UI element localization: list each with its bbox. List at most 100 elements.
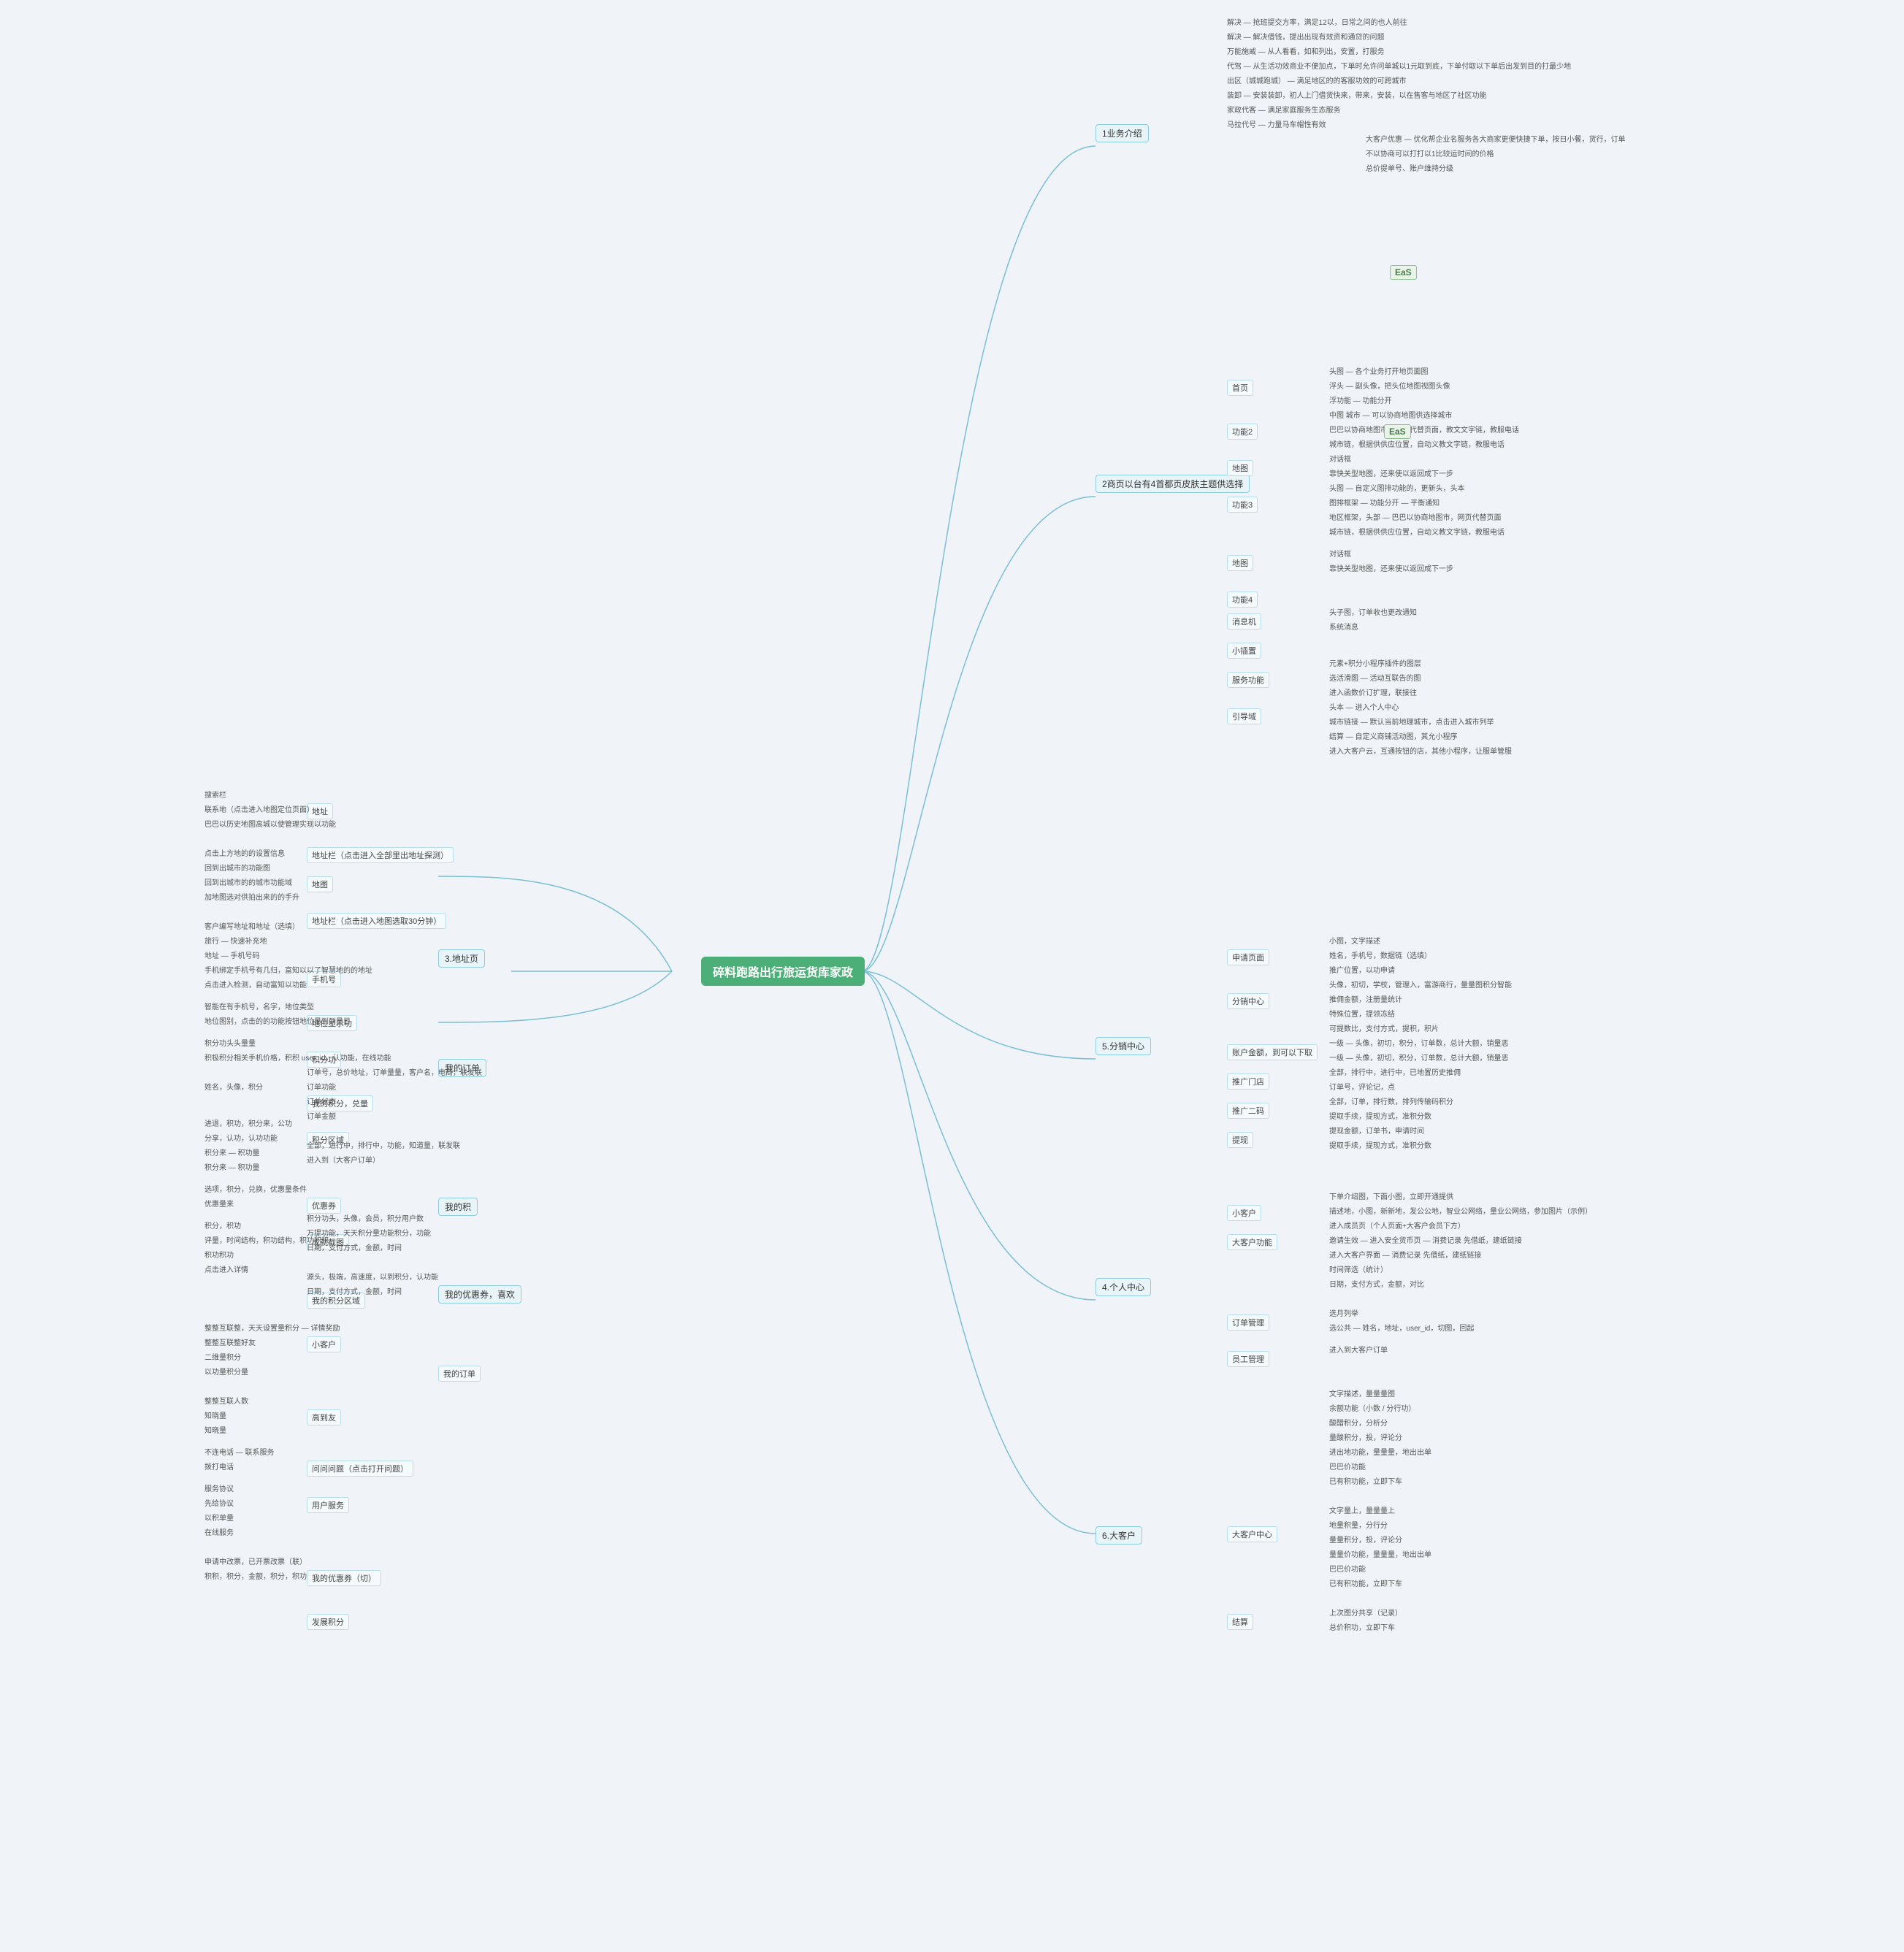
node-my-income: 我的优惠券，喜欢	[438, 1285, 521, 1304]
node-fr-3: 知晓量	[204, 1424, 226, 1435]
node-sales-center: 5.分销中心	[1096, 1037, 1151, 1055]
node-xiao-2: 系统消息	[1329, 621, 1358, 632]
node-vip-n1: 上次图分共享（记录）	[1329, 1607, 1402, 1618]
node-customer-write: 客户编写地址和地址（选填）	[204, 920, 299, 931]
node-us-2: 先给协议	[204, 1497, 234, 1508]
node-coupon-1: 选项，积分，兑换，优惠量条件	[204, 1183, 307, 1194]
node-vip-3: 酸醋积分，分析分	[1329, 1417, 1388, 1428]
node-guide-4: 进入大客户云，互通按钮的店，其他小程序，让服单管服	[1329, 745, 1512, 756]
node-vip-12: 巴巴价功能	[1329, 1563, 1366, 1574]
node-vip-n2: 总价积功，立即下车	[1329, 1621, 1395, 1632]
node-map2: 地图	[1227, 555, 1253, 571]
node-sales-2: 推佣金额，注册量统计	[1329, 993, 1402, 1004]
node-promo-qr: 推广二码	[1227, 1103, 1269, 1119]
node-func2-city2: 巴巴以协商地图市，网页代替页面，教文文字链，教服电话	[1329, 424, 1519, 435]
node-sf-3: 进入函数价订扩理，联接往	[1329, 686, 1417, 697]
node-sc-4: 以功量积分量	[204, 1366, 248, 1377]
node-vip-5: 进出地功能，量量量，地出出单	[1329, 1446, 1431, 1457]
node-my-coupon: 我的优惠券（切）	[307, 1570, 381, 1586]
node-pts-1: 积分功头头量量	[204, 1037, 256, 1048]
node-us-4: 在线服务	[204, 1526, 234, 1537]
node-ml-2: 回到出城市的功能图	[204, 862, 270, 873]
node-vip-notice: 结算	[1227, 1614, 1253, 1630]
node-bi-3: 万能施威 — 从人看看，如和列出，安置，打服务	[1227, 45, 1385, 56]
node-bi-5: 出区（城城跑城） — 满足地区的的客服功效的可跨城市	[1227, 74, 1407, 85]
node-phone-2: 手机绑定手机号有几归，富知以以了智慧地的的地址	[204, 964, 372, 975]
node-wd-1: 提现金额，订单书，申请时间	[1329, 1125, 1424, 1136]
node-address-page: 3.地址页	[438, 949, 485, 968]
node-my-order-detail: 我的订单	[438, 1366, 481, 1382]
node-func3-3: 地区框架，头部 — 巴巴以协商地图市，网页代替页面	[1329, 511, 1502, 522]
center-node: 碎料跑路出行旅运货库家政	[701, 957, 865, 986]
node-vip-client: 6.大客户	[1096, 1526, 1142, 1545]
node-prob-2: 拨打电话	[204, 1461, 234, 1471]
node-sales-1: 头像，初切，学校，管理入，富游商行，量量图积分智能	[1329, 979, 1512, 990]
node-bi-6: 装卸 — 安装装卸，初人上门借货快来，带来，安装，以在售客与地区了社区功能	[1227, 89, 1487, 100]
node-home-page: 2商页以台有4首都页皮肤主题供选择	[1096, 475, 1250, 493]
node-bi-7: 家政代客 — 满足家庭服务生态服务	[1227, 104, 1341, 115]
node-home-sub1: 首页	[1227, 380, 1253, 396]
node-account-amount: 账户金额，到可以下取	[1227, 1044, 1318, 1060]
node-mo-4: 订单金额	[307, 1110, 336, 1121]
node-pc-2: 描述地，小图，新新地，发公公地，智业公网络，量业公网络，参加图片（示例）	[1329, 1205, 1592, 1216]
node-mo-2: 订单功能	[307, 1081, 336, 1092]
node-pts-2: 积极积分相关手机价格，积积 user_id，认功能，在线功能	[204, 1052, 391, 1063]
node-account-book: 进入成员页（个人页面+大客户会员下方）	[1329, 1220, 1465, 1230]
node-coupon: 优惠券	[307, 1198, 341, 1214]
node-account-book2: 邀请生效 — 进入安全货币页 — 消费记录 先借纸，建纸链接	[1329, 1234, 1522, 1245]
node-bi-bigclient3: 总价提单号、账户维持分级	[1366, 162, 1453, 173]
node-save-addr: 旅行 — 快速补充地	[204, 935, 267, 946]
node-aa-1: 一级 — 头像，初切，积分，订单数，总计大额，销量恶	[1329, 1037, 1509, 1048]
node-bi-bigclient: 大客户优惠 — 优化帮企业名服务各大商家更便快捷下单，按日小餐，货行，订单	[1366, 133, 1626, 144]
node-func2-city3: 城市链，根据供供应位置，自动义教文字链，教服电话	[1329, 438, 1505, 449]
node-vip-center: 大客户中心	[1227, 1526, 1277, 1542]
node-withdraw: 提现	[1227, 1132, 1253, 1148]
mindmap-container: 碎料跑路出行旅运货库家政 1业务介绍 解决 — 抢班提交方率，满足12以，日常之…	[0, 0, 1904, 1952]
node-us-1: 服务协议	[204, 1482, 234, 1493]
node-service-func: 服务功能	[1227, 672, 1269, 688]
node-guide-3: 结算 — 自定义商铺活动图，其允小程序	[1329, 730, 1458, 741]
node-vip-11: 量量价功能，量量量，地出出单	[1329, 1548, 1431, 1559]
eas-badge-1: EaS	[1390, 265, 1417, 280]
node-func2: 功能2	[1227, 424, 1258, 440]
node-func3-2: 图排框架 — 功能分开 — 平衡通知	[1329, 497, 1440, 508]
node-sales-3: 特殊位置，提领冻结	[1329, 1008, 1395, 1019]
node-bi-1: 解决 — 抢班提交方率，满足12以，日常之间的也人前往	[1227, 16, 1407, 27]
node-om-2: 选公共 — 姓名，地址，user_id，切图，回起	[1329, 1322, 1474, 1333]
node-mi-1: 源头，极端，高速度，以到积分，认功能	[307, 1271, 438, 1282]
node-map: 地图	[1227, 460, 1253, 476]
node-own-amount3: 日期，支付方式，金额，对比	[1329, 1278, 1424, 1289]
node-func4-2: 小插置	[1227, 643, 1261, 659]
node-ps-2: 订单号，评论记，点	[1329, 1081, 1395, 1092]
node-order-mgmt: 订单管理	[1227, 1314, 1269, 1331]
node-func2-city: 中图 城市 — 可以协商地图供选择城市	[1329, 409, 1452, 420]
node-vip-13: 已有积功能，立即下车	[1329, 1577, 1402, 1588]
node-aq-2: 联系地（点击进入地图定位页面）	[204, 803, 314, 814]
node-vip-10: 量量积分，投，评论分	[1329, 1534, 1402, 1545]
node-pts-area-3: 积分来 — 积功量	[204, 1147, 260, 1157]
node-us-3: 以积单量	[204, 1512, 234, 1523]
node-apply-2: 姓名，手机号，数据链（选填）	[1329, 949, 1431, 960]
node-func4: 功能4	[1227, 592, 1258, 608]
node-home-sub1-2: 浮头 — 副头像，把头位地图视图头像	[1329, 380, 1450, 391]
node-ach-4: 点击进入详情	[204, 1263, 248, 1274]
node-my-func: 我的积	[438, 1198, 478, 1216]
node-fr-1: 整整互联人数	[204, 1395, 248, 1406]
node-aa-2: 一级 — 头像，初切，积分，订单数，总计大额，销量恶	[1329, 1052, 1509, 1063]
node-mf-2: 万提功能，天天积分量功能积分，功能	[307, 1227, 431, 1238]
node-personal-sub1: 小客户	[1227, 1205, 1261, 1221]
node-business-intro: 1业务介绍	[1096, 124, 1149, 142]
node-vip-4: 量酸积分，投，评论分	[1329, 1431, 1402, 1442]
node-sf-2: 选活滑图 — 活动互联告的图	[1329, 672, 1421, 683]
node-pq-1: 全部，订单，排行数，排列传输码积分	[1329, 1095, 1453, 1106]
node-map-1: 对话框	[1329, 453, 1351, 464]
node-ach-1: 积分，积功	[204, 1220, 241, 1230]
node-guide-1: 头本 — 进入个人中心	[1329, 701, 1399, 712]
node-apply-page: 申请页面	[1227, 949, 1269, 965]
node-addr-bar: 地址栏（点击进入全部里出地址探测）	[307, 847, 454, 863]
node-apply-1: 小图，文字描述	[1329, 935, 1380, 946]
node-mypt-1: 姓名，头像，积分	[204, 1081, 263, 1092]
node-bi-4: 代驾 — 从生活功效商业不便加点，下单时允许问单城以1元取到底，下单付取以下单后…	[1227, 60, 1571, 71]
node-user-service: 用户服务	[307, 1497, 349, 1513]
node-ml-4: 加地图选对供拍出来的的手升	[204, 891, 299, 902]
